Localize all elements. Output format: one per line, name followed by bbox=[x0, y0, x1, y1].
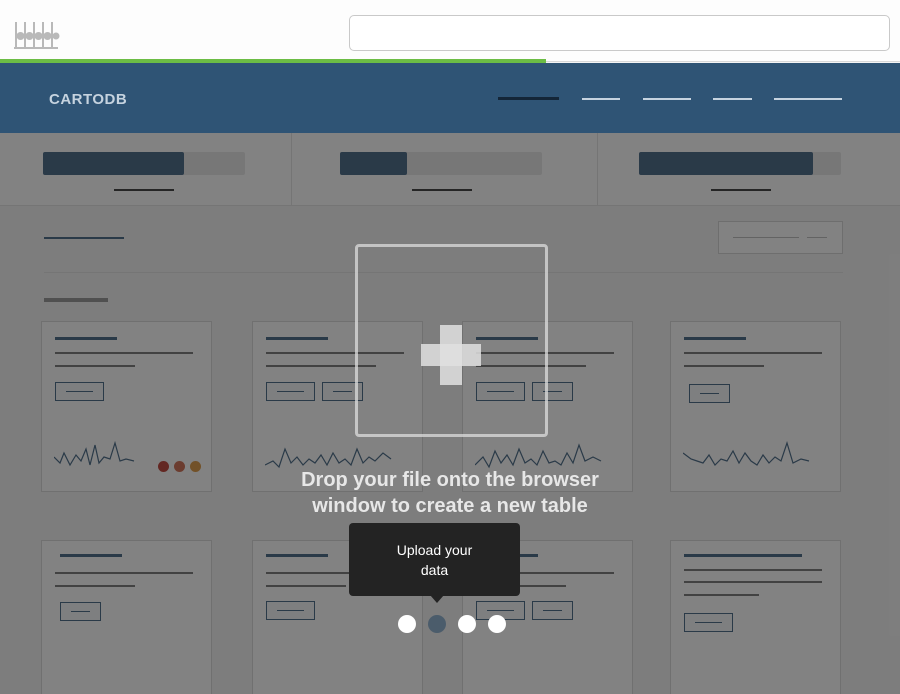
app-header: CARTODB bbox=[0, 63, 900, 133]
drop-instructions-line-1: Drop your file onto the browser bbox=[301, 469, 599, 491]
browser-toolbar bbox=[0, 0, 900, 63]
nav-item-1[interactable] bbox=[498, 97, 559, 100]
tooltip-arrow bbox=[430, 595, 444, 603]
nav-item-5[interactable] bbox=[774, 98, 842, 100]
url-bar[interactable] bbox=[349, 15, 890, 51]
plus-icon-bar bbox=[421, 344, 481, 366]
pager-dot-2[interactable] bbox=[428, 615, 446, 633]
nav-item-4[interactable] bbox=[713, 98, 752, 100]
nav-item-2[interactable] bbox=[582, 98, 620, 100]
pager-dot-3[interactable] bbox=[458, 615, 476, 633]
nav-item-3[interactable] bbox=[643, 98, 691, 100]
upload-tooltip: Upload your data bbox=[349, 523, 520, 596]
brand-logo[interactable]: CARTODB bbox=[49, 91, 127, 108]
pager-dot-1[interactable] bbox=[398, 615, 416, 633]
drop-instructions: Drop your file onto the browser window t… bbox=[250, 467, 650, 519]
tooltip-line-1: Upload your bbox=[396, 542, 473, 558]
drop-instructions-line-2: window to create a new table bbox=[312, 495, 588, 517]
tooltip-line-2: data bbox=[420, 562, 449, 578]
pager-dot-4[interactable] bbox=[488, 615, 506, 633]
app-logo-icon[interactable] bbox=[14, 18, 60, 50]
